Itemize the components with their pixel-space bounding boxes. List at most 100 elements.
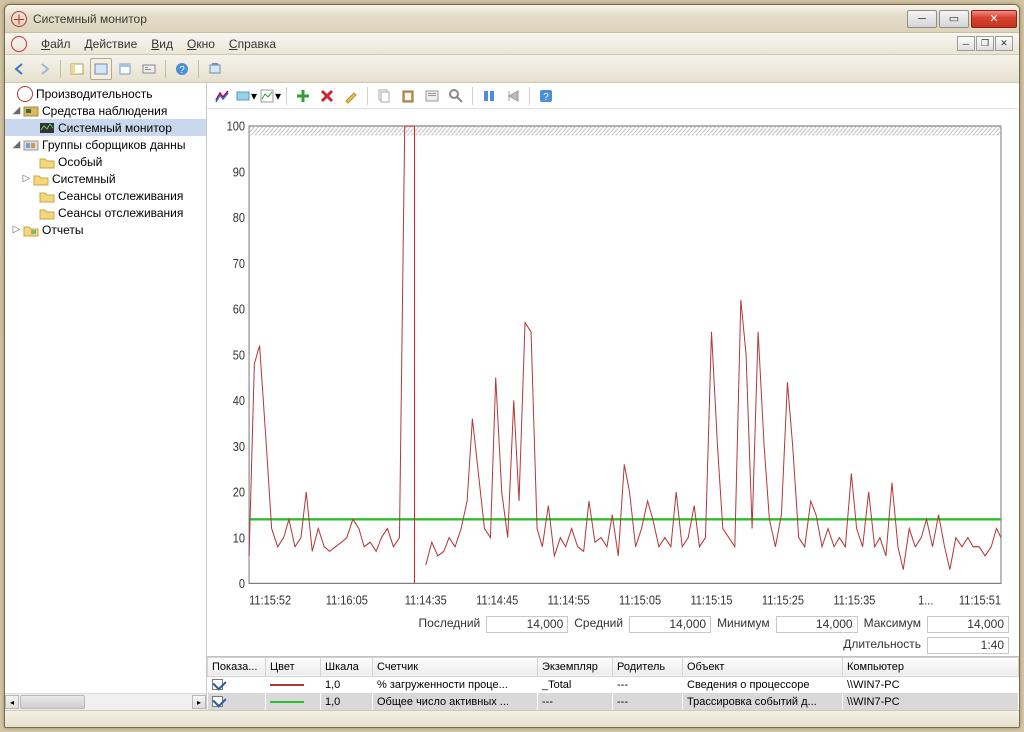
view-histogram-button[interactable]: ▾ (235, 85, 257, 107)
col-instance[interactable]: Экземпляр (538, 657, 613, 676)
table-header-row[interactable]: Показа... Цвет Шкала Счетчик Экземпляр Р… (208, 657, 1019, 676)
svg-text:?: ? (179, 65, 185, 76)
menu-window[interactable]: Окно (187, 37, 215, 51)
folder-icon (39, 154, 55, 170)
menu-bar: Файл document.getElementById('mf').paren… (5, 33, 1019, 55)
stats-row-2: Длительность 1:40 (207, 635, 1019, 656)
table-row[interactable]: 1,0 Общее число активных ... --- --- Тра… (208, 693, 1019, 710)
window-title: Системный монитор (33, 12, 907, 26)
tree-root[interactable]: Производительность (36, 87, 152, 101)
unknown-tool-1[interactable] (90, 58, 112, 80)
menu-action[interactable]: Действие (85, 37, 138, 51)
tree-sessions-1[interactable]: Сеансы отслеживания (58, 189, 183, 203)
menu-help[interactable]: Справка (229, 37, 276, 51)
duration-label: Длительность (843, 637, 921, 654)
tree-system[interactable]: Системный (52, 172, 116, 186)
svg-text:11:14:35: 11:14:35 (405, 593, 447, 608)
main-toolbar: ? (5, 55, 1019, 83)
highlight-button[interactable] (340, 85, 362, 107)
tree-custom[interactable]: Особый (58, 155, 102, 169)
refresh-button[interactable] (204, 58, 226, 80)
minimize-button[interactable]: ─ (907, 10, 937, 28)
show-checkbox[interactable] (212, 679, 223, 690)
show-checkbox[interactable] (212, 696, 223, 707)
chart-help-button[interactable]: ? (535, 85, 557, 107)
expander-icon[interactable]: ▷ (11, 224, 22, 235)
svg-text:100: 100 (227, 119, 246, 134)
col-computer[interactable]: Компьютер (843, 657, 1019, 676)
update-button[interactable] (502, 85, 524, 107)
svg-text:50: 50 (233, 348, 246, 363)
view-chart-button[interactable] (211, 85, 233, 107)
svg-text:11:15:05: 11:15:05 (619, 593, 661, 608)
chart-area: 010203040506070809010011:15:5211:16:0511… (207, 109, 1019, 614)
reports-icon (23, 222, 39, 238)
perf-root-icon (17, 86, 33, 102)
expander-icon[interactable]: ◢ (11, 105, 22, 116)
tree-monitoring[interactable]: Средства наблюдения (42, 104, 167, 118)
freeze-button[interactable] (478, 85, 500, 107)
svg-text:0: 0 (239, 576, 245, 591)
col-parent[interactable]: Родитель (613, 657, 683, 676)
cell-object: Сведения о процессоре (683, 676, 843, 693)
remove-counter-button[interactable] (316, 85, 338, 107)
copy-button[interactable] (373, 85, 395, 107)
mdi-close-button[interactable]: ✕ (995, 36, 1013, 51)
max-value: 14,000 (927, 616, 1009, 633)
expander-icon[interactable]: ▷ (21, 173, 32, 184)
paste-button[interactable] (397, 85, 419, 107)
add-counter-button[interactable] (292, 85, 314, 107)
tree-system-monitor[interactable]: Системный монитор (58, 121, 172, 135)
tree-reports[interactable]: Отчеты (42, 223, 83, 237)
tree-h-scrollbar[interactable]: ◂ ▸ (5, 693, 206, 710)
app-window: Системный монитор ─ ▭ ✕ Файл document.ge… (4, 4, 1020, 728)
forward-button[interactable] (33, 58, 55, 80)
system-monitor-icon (39, 120, 55, 136)
svg-text:30: 30 (233, 439, 246, 454)
scrollbar-thumb[interactable] (20, 695, 85, 709)
back-button[interactable] (9, 58, 31, 80)
cell-computer: \\WIN7-PC (843, 693, 1019, 710)
maximize-button[interactable]: ▭ (939, 10, 969, 28)
monitor-folder-icon (23, 103, 39, 119)
help-button[interactable]: ? (171, 58, 193, 80)
svg-text:11:15:51: 11:15:51 (959, 593, 1001, 608)
tree-collectors[interactable]: Группы сборщиков данны (42, 138, 185, 152)
show-hide-tree-button[interactable] (66, 58, 88, 80)
performance-chart[interactable]: 010203040506070809010011:15:5211:16:0511… (217, 119, 1009, 612)
last-value: 14,000 (486, 616, 568, 633)
table-row[interactable]: 1,0 % загруженности проце... _Total --- … (208, 676, 1019, 693)
cell-scale: 1,0 (321, 693, 373, 710)
title-bar[interactable]: Системный монитор ─ ▭ ✕ (5, 5, 1019, 33)
tree-sessions-2[interactable]: Сеансы отслеживания (58, 206, 183, 220)
properties-button[interactable] (421, 85, 443, 107)
main-pane: ▾ ▾ ? 01 (207, 83, 1019, 710)
menu-view[interactable]: Вид (151, 37, 173, 51)
col-scale[interactable]: Шкала (321, 657, 373, 676)
svg-text:90: 90 (233, 165, 246, 180)
color-swatch (270, 701, 304, 703)
export-button[interactable] (114, 58, 136, 80)
svg-text:60: 60 (233, 302, 246, 317)
col-object[interactable]: Объект (683, 657, 843, 676)
scroll-left-button[interactable]: ◂ (5, 695, 19, 709)
cell-computer: \\WIN7-PC (843, 676, 1019, 693)
menu-file[interactable]: Файл (41, 37, 71, 51)
cell-object: Трассировка событий д... (683, 693, 843, 710)
properties-button[interactable] (138, 58, 160, 80)
close-button[interactable]: ✕ (971, 10, 1017, 28)
view-report-button[interactable]: ▾ (259, 85, 281, 107)
mdi-minimize-button[interactable]: ─ (957, 36, 975, 51)
counter-table[interactable]: Показа... Цвет Шкала Счетчик Экземпляр Р… (207, 656, 1019, 711)
col-show[interactable]: Показа... (208, 657, 266, 676)
scroll-right-button[interactable]: ▸ (192, 695, 206, 709)
app-icon (11, 11, 27, 27)
expander-icon[interactable]: ◢ (11, 139, 22, 150)
avg-label: Средний (574, 616, 623, 633)
svg-text:40: 40 (233, 393, 246, 408)
col-counter[interactable]: Счетчик (373, 657, 538, 676)
mdi-restore-button[interactable]: ❐ (976, 36, 994, 51)
zoom-button[interactable] (445, 85, 467, 107)
navigation-tree[interactable]: Производительность ◢ Средства наблюдения… (5, 83, 206, 693)
col-color[interactable]: Цвет (266, 657, 321, 676)
